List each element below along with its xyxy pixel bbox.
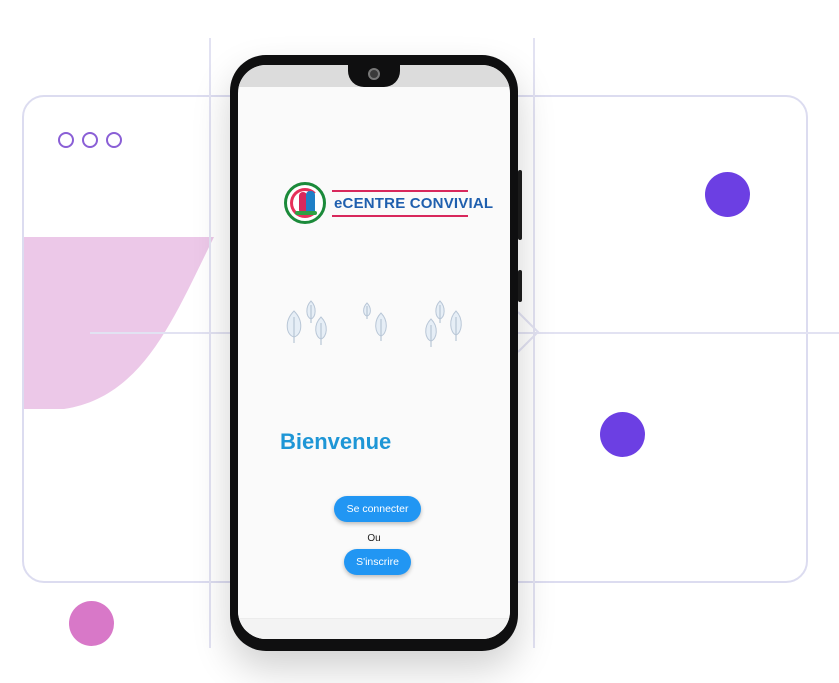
app-view: eCENTRE CONVIVIAL Bienvenue Se connecter… (238, 87, 510, 639)
camera-icon (368, 68, 380, 80)
login-button[interactable]: Se connecter (334, 496, 421, 522)
logo-line-bottom (332, 214, 468, 217)
phone-mockup: eCENTRE CONVIVIAL Bienvenue Se connecter… (230, 55, 522, 651)
phone-screen: eCENTRE CONVIVIAL Bienvenue Se connecter… (238, 65, 510, 639)
pink-blob-shape (24, 237, 214, 409)
brand-logo: eCENTRE CONVIVIAL (284, 182, 493, 224)
signup-button[interactable]: S'inscrire (344, 549, 411, 575)
phone-volume-button (518, 270, 522, 302)
navigation-bar (238, 618, 510, 639)
purple-dot-top (705, 172, 750, 217)
phone-notch (348, 65, 400, 87)
purple-dot-middle (600, 412, 645, 457)
pink-dot-bottom (69, 601, 114, 646)
logo-text: eCENTRE CONVIVIAL (334, 194, 494, 212)
window-dot (106, 132, 122, 148)
phone-power-button (518, 170, 522, 240)
separator-text: Ou (367, 533, 381, 544)
window-dots-icon (58, 132, 122, 148)
window-dot (58, 132, 74, 148)
chevron-right-icon (517, 311, 540, 353)
grid-line-vertical-left (209, 38, 211, 648)
trees-illustration-icon (286, 300, 462, 347)
window-dot (82, 132, 98, 148)
welcome-title: Bienvenue (280, 429, 392, 454)
family-logo-icon (284, 182, 326, 224)
